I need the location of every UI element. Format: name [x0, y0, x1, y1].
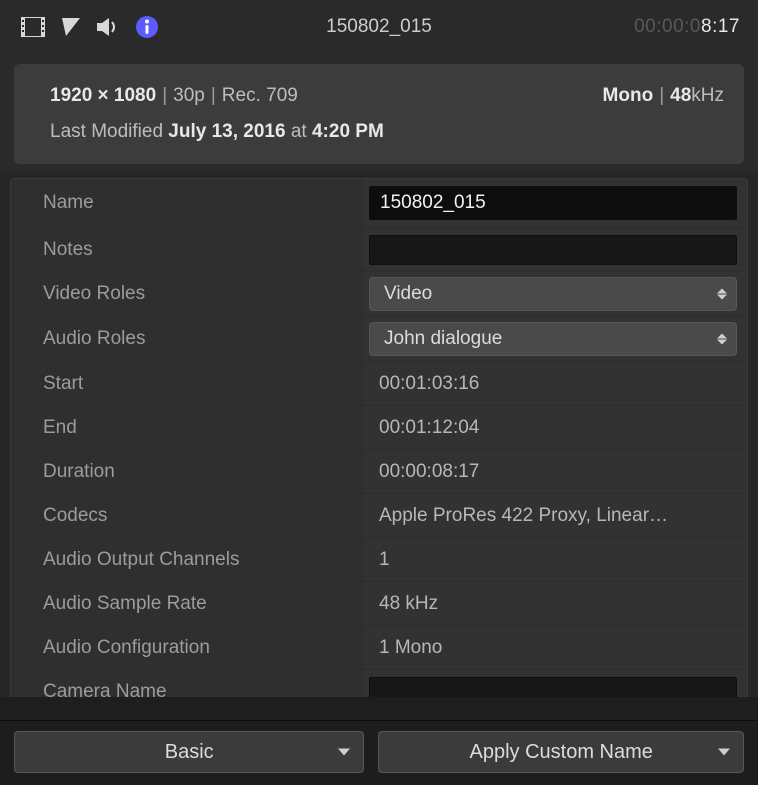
value-duration[interactable]: 00:00:08:17	[363, 450, 747, 493]
audio-mode: Mono	[603, 85, 654, 106]
label-audio-roles: Audio Roles	[11, 317, 363, 361]
audio-rate-unit: kHz	[691, 85, 724, 106]
row-duration: Duration 00:00:08:17	[11, 449, 747, 493]
label-notes: Notes	[11, 228, 363, 271]
row-notes: Notes	[11, 227, 747, 271]
row-video-roles: Video Roles Video	[11, 271, 747, 316]
value-codecs: Apple ProRes 422 Proxy, Linear…	[363, 494, 747, 537]
property-list: Name Notes Video Roles Video Audio Roles…	[0, 172, 758, 697]
format-spec: 1920 × 1080|30p|Rec. 709	[50, 78, 298, 114]
select-audio-roles[interactable]: John dialogue	[369, 322, 737, 356]
label-asr: Audio Sample Rate	[11, 582, 363, 625]
label-camera: Camera Name	[11, 670, 363, 697]
input-name[interactable]	[369, 186, 737, 220]
row-audio-output-channels: Audio Output Channels 1	[11, 537, 747, 581]
label-aconf: Audio Configuration	[11, 626, 363, 669]
video-inspector-icon[interactable]	[18, 12, 48, 42]
chevron-down-icon	[718, 749, 730, 756]
info-inspector-icon[interactable]	[132, 12, 162, 42]
input-camera-name[interactable]	[369, 677, 737, 698]
label-video-roles: Video Roles	[11, 272, 363, 316]
label-start: Start	[11, 362, 363, 405]
input-notes[interactable]	[369, 235, 737, 265]
apply-custom-name-select[interactable]: Apply Custom Name	[378, 731, 744, 773]
value-end[interactable]: 00:01:12:04	[363, 406, 747, 449]
row-camera-name: Camera Name	[11, 669, 747, 697]
label-aout: Audio Output Channels	[11, 538, 363, 581]
timecode-value: 8:17	[701, 16, 740, 37]
label-codecs: Codecs	[11, 494, 363, 537]
color-space: Rec. 709	[222, 85, 298, 106]
label-end: End	[11, 406, 363, 449]
info-banner: 1920 × 1080|30p|Rec. 709 Mono|48kHz Last…	[14, 64, 744, 164]
select-video-roles[interactable]: Video	[369, 277, 737, 311]
row-start: Start 00:01:03:16	[11, 361, 747, 405]
chevron-down-icon	[338, 749, 350, 756]
audio-inspector-icon[interactable]	[94, 12, 124, 42]
chevron-updown-icon	[717, 289, 727, 300]
row-audio-sample-rate: Audio Sample Rate 48 kHz	[11, 581, 747, 625]
inspector-toolbar: 150802_015 00:00:08:17	[0, 0, 758, 54]
row-audio-configuration: Audio Configuration 1 Mono	[11, 625, 747, 669]
row-audio-roles: Audio Roles John dialogue	[11, 316, 747, 361]
frame-rate: 30p	[173, 85, 205, 106]
row-codecs: Codecs Apple ProRes 422 Proxy, Linear…	[11, 493, 747, 537]
label-duration: Duration	[11, 450, 363, 493]
clip-title: 150802_015	[326, 16, 432, 38]
chevron-updown-icon	[717, 334, 727, 345]
resolution: 1920 × 1080	[50, 85, 156, 106]
color-inspector-icon[interactable]	[56, 12, 86, 42]
audio-spec: Mono|48kHz	[603, 78, 724, 114]
metadata-view-select[interactable]: Basic	[14, 731, 364, 773]
label-name: Name	[11, 179, 363, 227]
value-aout: 1	[363, 538, 747, 581]
row-name: Name	[11, 179, 747, 227]
timecode-display: 00:00:08:17	[634, 16, 740, 38]
value-aconf: 1 Mono	[363, 626, 747, 669]
inspector-footer: Basic Apply Custom Name	[0, 720, 758, 785]
timecode-leading: 00:00:0	[634, 16, 701, 37]
info-banner-container: 1920 × 1080|30p|Rec. 709 Mono|48kHz Last…	[0, 54, 758, 172]
row-end: End 00:01:12:04	[11, 405, 747, 449]
audio-rate: 48	[670, 85, 691, 106]
last-modified: Last Modified July 13, 2016 at 4:20 PM	[50, 114, 724, 150]
value-start[interactable]: 00:01:03:16	[363, 362, 747, 405]
value-asr: 48 kHz	[363, 582, 747, 625]
